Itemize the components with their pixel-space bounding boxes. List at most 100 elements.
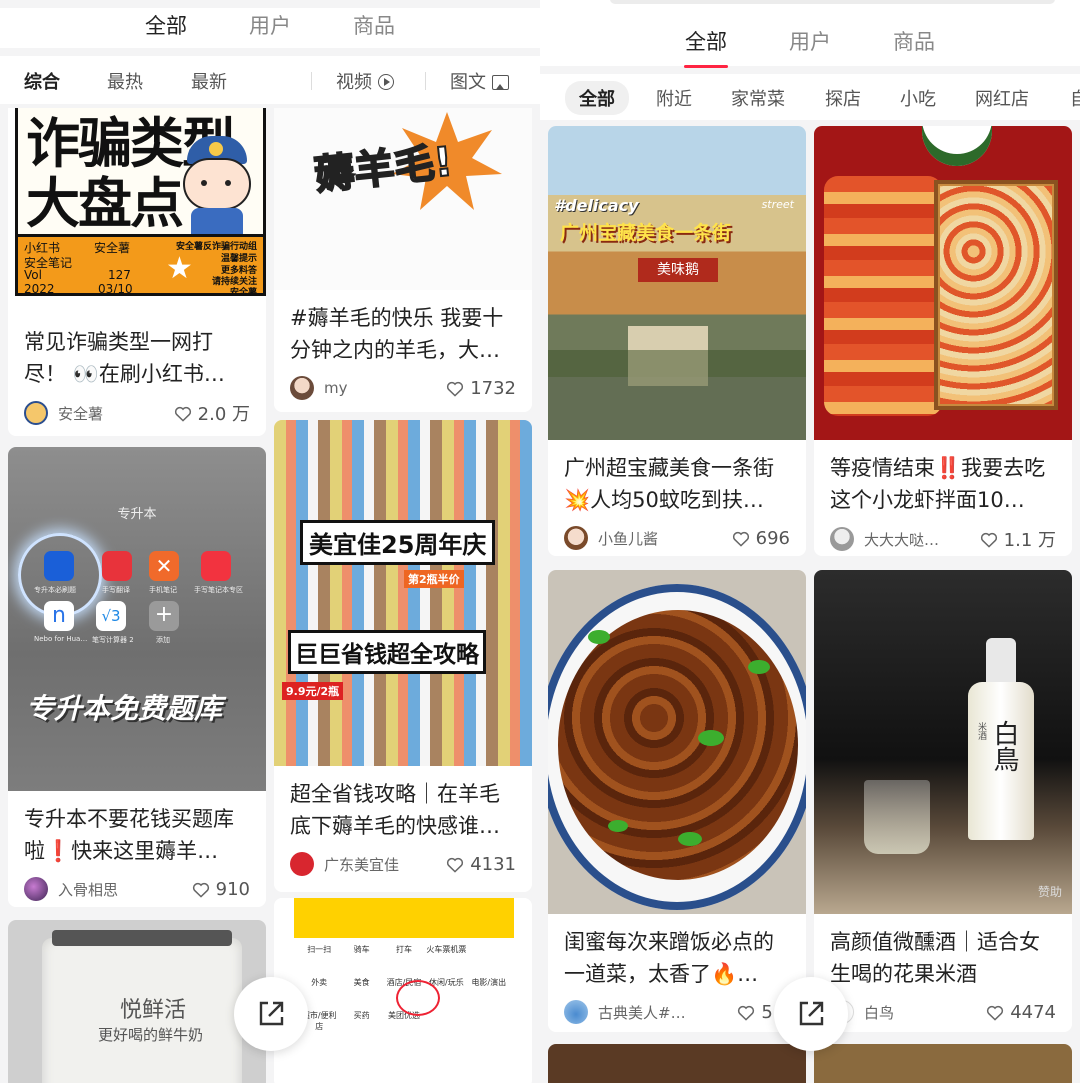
add-icon: + (149, 601, 179, 631)
like-button[interactable]: 910 (192, 879, 250, 900)
chip-home-cooking[interactable]: 家常菜 (731, 85, 785, 111)
avatar[interactable] (564, 526, 588, 550)
sort-hottest[interactable]: 最热 (107, 68, 143, 94)
note-title: 闺蜜每次来蹭饭必点的一道菜，太香了🔥… (564, 930, 774, 986)
app-label: 手写翻译 (102, 586, 130, 594)
app-icon-calculator: √3 (96, 601, 126, 631)
like-count: 910 (215, 878, 250, 900)
grid-item: 扫一扫 (307, 945, 332, 954)
like-count: 1732 (470, 377, 516, 399)
chip-more[interactable]: 自 (1070, 85, 1080, 111)
note-cover: 诈骗类型 大盘点 小红书 安全薯 安全笔记 Vol 127 2022 03/10… (8, 108, 266, 314)
like-button[interactable]: 2.0 万 (174, 400, 250, 426)
avatar[interactable] (24, 401, 48, 425)
note-card[interactable]: 薅羊毛! #薅羊毛的快乐 我要十分钟之内的羊毛，大… my 1732 (274, 108, 532, 412)
note-cover: 美宜佳25周年庆 巨巨省钱超全攻略 9.9元/2瓶 第2瓶半价 (274, 420, 532, 766)
note-title: 高颜值微醺酒｜适合女生喝的花果米酒 (830, 930, 1040, 986)
heart-icon (447, 381, 464, 397)
search-type-tabs: 全部 用户 商品 (540, 26, 1080, 56)
note-card[interactable]: 悦鲜活 更好喝的鲜牛奶 (8, 920, 266, 1083)
share-icon (259, 1001, 284, 1026)
note-cover: #delicacy street 广州宝藏美食一条街 美味鹅 (548, 126, 806, 440)
avatar[interactable] (830, 527, 854, 551)
chip-snacks[interactable]: 小吃 (900, 85, 936, 111)
like-count: 1.1 万 (1003, 530, 1056, 551)
author-name[interactable]: my (324, 379, 446, 397)
cover-headline: 专升本免费题库 (26, 692, 223, 725)
note-title: 专升本不要花钱买题库啦❗快来这里薅羊… (24, 807, 234, 863)
cover-headline-1: 美宜佳25周年庆 (300, 520, 496, 565)
grid-item: 外卖 (311, 978, 328, 987)
note-meta: 古典美人#… 5.9 (548, 1000, 806, 1024)
search-results-panel-left: 全部 用户 商品 综合 最热 最新 视频 图文 诈骗类型 大盘点 小红书 安全薯… (0, 0, 540, 1083)
cover-tag: #delicacy (554, 196, 639, 215)
note-card[interactable]: 等疫情结束‼️我要去吃这个小龙虾拌面10… 大大大哒… 1.1 万 (814, 126, 1072, 556)
cover-foot-text: 127 (108, 268, 131, 282)
author-name[interactable]: 小鱼儿酱 (598, 528, 732, 549)
note-card[interactable]: 闺蜜每次来蹭饭必点的一道菜，太香了🔥… 古典美人#… 5.9 (548, 570, 806, 1032)
author-name[interactable]: 安全薯 (58, 403, 174, 424)
heart-icon (738, 1005, 755, 1021)
avatar[interactable] (290, 852, 314, 876)
like-button[interactable]: 696 (732, 528, 790, 549)
note-title: #薅羊毛的快乐 我要十分钟之内的羊毛，大… (290, 306, 504, 362)
play-icon (378, 74, 394, 90)
filter-video[interactable]: 视频 (336, 68, 394, 94)
cover-foot-text: 2022 (24, 282, 55, 296)
note-cover: 扫一扫 骑车 打车 火车票机票 外卖 美食 酒店/民宿 休闲/玩乐 电影/演出 … (274, 898, 532, 1083)
note-card[interactable] (548, 1044, 806, 1083)
note-card[interactable]: 美宜佳25周年庆 巨巨省钱超全攻略 9.9元/2瓶 第2瓶半价 超全省钱攻略｜在… (274, 420, 532, 892)
filter-image-label: 图文 (450, 72, 486, 93)
note-cover: 专升本 ✕ 专升本必刷题 手写翻译 手机笔记 手写笔记本专区 n √3 + Ne… (8, 447, 266, 791)
tab-all[interactable]: 全部 (685, 26, 727, 56)
note-card[interactable]: #delicacy street 广州宝藏美食一条街 美味鹅 广州超宝藏美食一条… (548, 126, 806, 556)
tab-all[interactable]: 全部 (145, 10, 187, 48)
note-cover: 薅羊毛! (274, 108, 532, 290)
highlight-circle (396, 980, 440, 1016)
author-name[interactable]: 古典美人#… (598, 1002, 737, 1023)
note-card[interactable]: 专升本 ✕ 专升本必刷题 手写翻译 手机笔记 手写笔记本专区 n √3 + Ne… (8, 447, 266, 907)
like-button[interactable]: 4131 (446, 854, 516, 875)
note-card[interactable]: 白鳥 米酒 赞助 高颜值微醺酒｜适合女生喝的花果米酒 白鸟 4474 (814, 570, 1072, 1032)
author-name[interactable]: 广东美宜佳 (324, 854, 446, 875)
sort-newest[interactable]: 最新 (191, 68, 227, 94)
note-meta: 入骨相思 910 (8, 877, 266, 901)
police-mascot-illustration (177, 136, 255, 236)
app-icon-nebo: n (44, 601, 74, 631)
share-button[interactable] (774, 977, 848, 1051)
like-button[interactable]: 1.1 万 (980, 526, 1056, 552)
app-label: 专升本必刷题 (34, 586, 76, 594)
like-button[interactable]: 1732 (446, 378, 516, 399)
avatar[interactable] (290, 376, 314, 400)
share-button[interactable] (234, 977, 308, 1051)
tab-goods[interactable]: 商品 (353, 10, 395, 48)
chip-nearby[interactable]: 附近 (656, 85, 692, 111)
sort-comprehensive[interactable]: 综合 (24, 68, 60, 94)
author-name[interactable]: 大大大哒… (864, 529, 980, 550)
filter-image-text[interactable]: 图文 (450, 68, 509, 94)
tab-users[interactable]: 用户 (249, 10, 291, 48)
author-name[interactable]: 白鸟 (864, 1002, 986, 1023)
cover-headline-2: 大盘点 (26, 172, 184, 235)
avatar[interactable] (24, 877, 48, 901)
cover-headline: 广州宝藏美食一条街 (560, 222, 732, 244)
author-name[interactable]: 入骨相思 (58, 879, 192, 900)
heart-icon (987, 1005, 1004, 1021)
tab-users[interactable]: 用户 (789, 26, 831, 56)
cover-headline-2: 巨巨省钱超全攻略 (288, 630, 486, 674)
note-meta: 安全薯 2.0 万 (8, 400, 266, 426)
grid-item: 火车票机票 (426, 945, 467, 954)
avatar[interactable] (564, 1000, 588, 1024)
search-type-tabs: 全部 用户 商品 (0, 8, 540, 48)
chip-trendy-shops[interactable]: 网红店 (975, 85, 1029, 111)
chip-all[interactable]: 全部 (565, 81, 629, 115)
tab-goods[interactable]: 商品 (893, 26, 935, 56)
note-card[interactable] (814, 1044, 1072, 1083)
app-label: 笔写计算器 2 (92, 636, 134, 644)
note-card[interactable]: 诈骗类型 大盘点 小红书 安全薯 安全笔记 Vol 127 2022 03/10… (8, 108, 266, 436)
note-card[interactable]: 扫一扫 骑车 打车 火车票机票 外卖 美食 酒店/民宿 休闲/玩乐 电影/演出 … (274, 898, 532, 1083)
chip-store-visit[interactable]: 探店 (825, 85, 861, 111)
app-icon-translate (102, 551, 132, 581)
like-button[interactable]: 4474 (986, 1002, 1056, 1023)
like-count: 4131 (470, 853, 516, 875)
